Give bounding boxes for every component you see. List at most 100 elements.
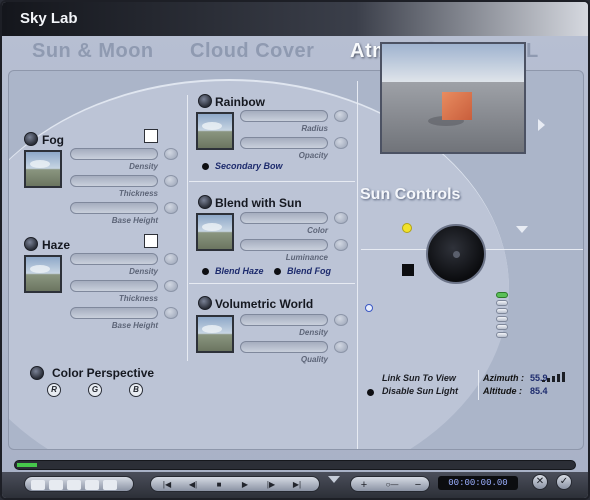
blend-with-sun-thumbnail[interactable] (196, 213, 234, 251)
disable-sun-radio[interactable] (367, 389, 374, 396)
fog-checkbox[interactable] (144, 129, 158, 143)
rainbow-opacity-label: Opacity (298, 151, 328, 160)
fog-thickness-slider[interactable] (70, 175, 158, 187)
sun-level-pill[interactable] (496, 300, 508, 306)
frame-button[interactable] (103, 480, 117, 490)
sun-level-pill-active[interactable] (496, 292, 508, 298)
disable-sun-label[interactable]: Disable Sun Light (382, 386, 458, 396)
blend-with-sun-toggle[interactable] (198, 195, 212, 209)
sun-position-indicator[interactable] (402, 223, 412, 233)
section-divider (189, 283, 355, 284)
key-icon[interactable]: ○— (377, 480, 407, 490)
step-forward-icon[interactable]: |▶ (263, 480, 279, 490)
remove-keyframe-icon[interactable]: − (411, 480, 425, 491)
fog-thumbnail[interactable] (24, 150, 62, 188)
frame-button[interactable] (49, 480, 63, 490)
azimuth-label: Azimuth : (483, 373, 524, 383)
blend-color-knob[interactable] (334, 212, 348, 224)
secondary-bow-label[interactable]: Secondary Bow (215, 161, 283, 171)
volumetric-quality-slider[interactable] (240, 341, 328, 353)
volumetric-world-label: Volumetric World (215, 297, 314, 311)
sun-info-divider (478, 370, 479, 400)
fog-toggle[interactable] (24, 132, 38, 146)
sun-level-pill[interactable] (496, 332, 508, 338)
red-channel-button[interactable]: R (47, 383, 61, 397)
haze-thickness-knob[interactable] (164, 280, 178, 292)
haze-base-height-slider[interactable] (70, 307, 158, 319)
step-back-icon[interactable]: ◀| (185, 480, 201, 490)
keyframe-controls: + ○— − (350, 476, 430, 492)
haze-density-label: Density (129, 267, 158, 276)
rainbow-radius-slider[interactable] (240, 110, 328, 122)
blend-luminance-slider[interactable] (240, 239, 328, 251)
sun-level-pill[interactable] (496, 316, 508, 322)
sun-level-pill[interactable] (496, 308, 508, 314)
blend-haze-radio[interactable] (202, 268, 209, 275)
cancel-icon[interactable]: ✕ (532, 474, 548, 490)
play-icon[interactable]: ▶ (237, 480, 253, 490)
link-sun-radio[interactable] (365, 304, 373, 312)
volumetric-world-thumbnail[interactable] (196, 315, 234, 353)
rainbow-radius-knob[interactable] (334, 110, 348, 122)
first-frame-icon[interactable]: |◀ (159, 480, 175, 490)
fog-base-height-knob[interactable] (164, 202, 178, 214)
playback-options-arrow-icon[interactable] (328, 476, 340, 483)
scene-preview[interactable] (380, 42, 526, 154)
rainbow-opacity-slider[interactable] (240, 137, 328, 149)
volumetric-world-toggle[interactable] (198, 296, 212, 310)
frame-buttons-group (24, 476, 134, 492)
preview-menu-arrow-icon[interactable] (516, 226, 528, 233)
haze-density-slider[interactable] (70, 253, 158, 265)
fog-thickness-knob[interactable] (164, 175, 178, 187)
haze-base-height-knob[interactable] (164, 307, 178, 319)
haze-thumbnail[interactable] (24, 255, 62, 293)
rainbow-toggle[interactable] (198, 94, 212, 108)
blend-luminance-label: Luminance (285, 253, 328, 262)
preview-cube (442, 92, 472, 120)
volumetric-density-label: Density (299, 328, 328, 337)
link-sun-label[interactable]: Link Sun To View (382, 373, 456, 383)
volumetric-density-slider[interactable] (240, 314, 328, 326)
frame-button[interactable] (67, 480, 81, 490)
last-frame-icon[interactable]: ▶| (289, 480, 305, 490)
blend-fog-label[interactable]: Blend Fog (287, 266, 331, 276)
rainbow-thumbnail[interactable] (196, 112, 234, 150)
rainbow-opacity-knob[interactable] (334, 137, 348, 149)
preview-expand-arrow-icon[interactable] (538, 119, 545, 131)
timeline-progress (17, 463, 37, 467)
fog-density-label: Density (129, 162, 158, 171)
haze-checkbox[interactable] (144, 234, 158, 248)
blend-luminance-knob[interactable] (334, 239, 348, 251)
volumetric-quality-knob[interactable] (334, 341, 348, 353)
secondary-bow-radio[interactable] (202, 163, 209, 170)
sun-direction-trackball[interactable] (426, 224, 486, 284)
frame-button[interactable] (31, 480, 45, 490)
blend-fog-radio[interactable] (274, 268, 281, 275)
color-perspective-toggle[interactable] (30, 366, 44, 380)
sun-level-pill[interactable] (496, 324, 508, 330)
blend-color-label: Color (307, 226, 328, 235)
haze-density-knob[interactable] (164, 253, 178, 265)
fog-density-slider[interactable] (70, 148, 158, 160)
tab-cloud-cover[interactable]: Cloud Cover (190, 40, 314, 63)
blend-color-slider[interactable] (240, 212, 328, 224)
green-channel-button[interactable]: G (88, 383, 102, 397)
haze-toggle[interactable] (24, 237, 38, 251)
tab-sun-moon[interactable]: Sun & Moon (32, 40, 154, 63)
haze-thickness-slider[interactable] (70, 280, 158, 292)
stop-icon[interactable]: ■ (211, 480, 227, 490)
window-title: Sky Lab (20, 10, 78, 27)
sky-lab-window: Sky Lab Sun & Moon Cloud Cover Atmospher… (0, 0, 590, 500)
frame-button[interactable] (85, 480, 99, 490)
timecode-display: 00:00:00.00 (438, 476, 518, 490)
blue-channel-button[interactable]: B (129, 383, 143, 397)
accept-icon[interactable]: ✓ (556, 474, 572, 490)
add-keyframe-icon[interactable]: + (357, 480, 371, 491)
fog-density-knob[interactable] (164, 148, 178, 160)
playback-controls: |◀ ◀| ■ ▶ |▶ ▶| (150, 476, 320, 492)
fog-base-height-slider[interactable] (70, 202, 158, 214)
timeline-scrubber[interactable] (14, 460, 576, 470)
sun-reset-button[interactable] (402, 264, 414, 276)
volumetric-density-knob[interactable] (334, 314, 348, 326)
blend-haze-label[interactable]: Blend Haze (215, 266, 264, 276)
